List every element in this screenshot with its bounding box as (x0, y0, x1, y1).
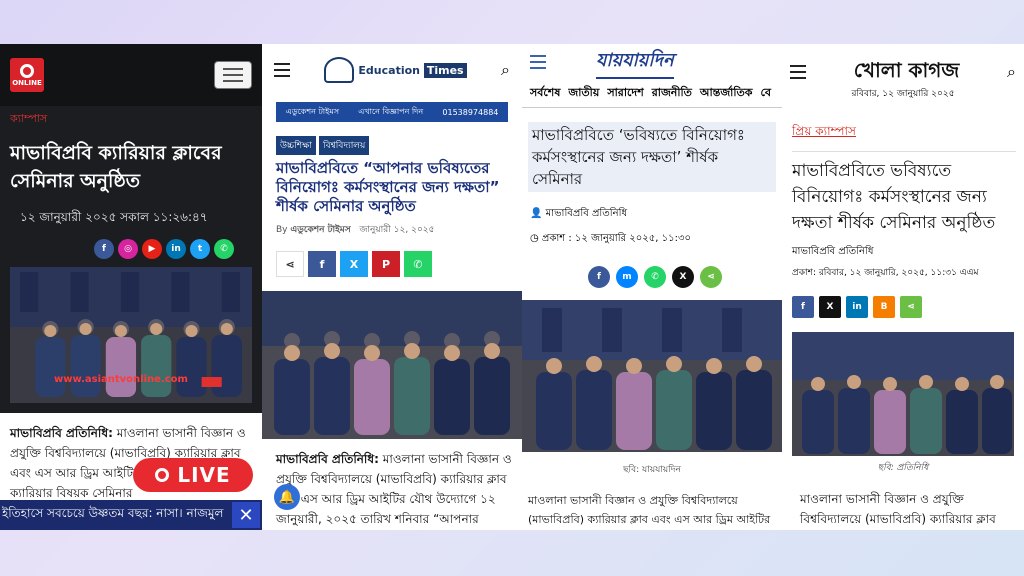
article-title: মাভাবিপ্রবিতে “আপনার ভবিষ্যতের বিনিয়োগঃ… (276, 159, 500, 215)
byline: By এডুকেশন টাইমস জানুয়ারী ১২, ২০২৫ (276, 225, 435, 235)
site-header: খোলা কাগজ ⌕ (782, 54, 1024, 90)
khola-kagoj-logo[interactable]: খোলা কাগজ (854, 56, 960, 89)
twitter-icon[interactable]: X (340, 251, 368, 277)
category-link[interactable]: প্রিয় ক্যাম্পাস (792, 123, 1024, 143)
site-header: ONLINE (0, 44, 262, 106)
nav-item-politics[interactable]: রাজনীতি (652, 84, 692, 103)
messenger-icon[interactable]: m (616, 266, 638, 288)
hamburger-menu-icon[interactable] (530, 55, 546, 69)
whatsapp-icon[interactable]: ✆ (644, 266, 666, 288)
linkedin-icon[interactable]: in (846, 296, 868, 318)
nav-item-international[interactable]: আন্তর্জাতিক (700, 84, 753, 103)
publish-time: প্রকাশ: রবিবার, ১২ জানুয়ারি, ২০২৫, ১১:৩… (792, 268, 979, 278)
share-bar: f X in B ⋖ (792, 296, 1024, 318)
tag-list: উচ্চশিক্ষা বিশ্ববিদ্যালয় (276, 136, 522, 155)
notification-bell-icon[interactable]: 🔔 (274, 484, 300, 510)
facebook-icon[interactable]: f (308, 251, 336, 277)
article-body: মাভাবিপ্রবি প্রতিনিধি: মাওলানা ভাসানী বি… (276, 452, 512, 526)
khola-kagoj-article-panel: খোলা কাগজ ⌕ রবিবার, ১২ জানুয়ারি ২০২৫ প্… (782, 44, 1024, 530)
nav-item-national[interactable]: জাতীয় (568, 84, 599, 103)
share-icon[interactable]: ⋖ (276, 251, 304, 277)
category-nav: সর্বশেষ জাতীয় সারাদেশ রাজনীতি আন্তর্জাত… (522, 80, 782, 108)
nav-item-latest[interactable]: সর্বশেষ (530, 84, 560, 103)
asiantv-article-panel: ONLINE ক্যাম্পাস মাভাবিপ্রবি ক্যারিয়ার … (0, 44, 262, 530)
share-bar: ⋖ f X P ✆ (276, 251, 522, 277)
facebook-icon[interactable]: f (588, 266, 610, 288)
twitter-icon[interactable]: t (190, 239, 210, 259)
article-title: মাভাবিপ্রবিতে ‘ভবিষ্যতে বিনিয়োগঃ কর্মসং… (528, 122, 776, 192)
facebook-icon[interactable]: f (94, 239, 114, 259)
search-icon[interactable]: ⌕ (1007, 62, 1016, 82)
news-ticker[interactable]: ইতিহাসে সবচেয়ে উষ্ণতম বছর: নাসা। নাজমুল… (0, 500, 262, 530)
seminar-photo (262, 291, 522, 439)
menu-button[interactable] (214, 61, 252, 89)
tag-university[interactable]: বিশ্ববিদ্যালয় (319, 136, 370, 155)
nav-item-more[interactable]: বে (760, 84, 771, 103)
x-twitter-icon[interactable]: X (819, 296, 841, 318)
user-icon: 👤 (530, 208, 543, 219)
photo-caption: ছবি: যায়যায়দিন (623, 465, 681, 475)
author-line: 👤 মাভাবিপ্রবি প্রতিনিধি (530, 208, 628, 219)
close-icon[interactable]: ✕ (232, 502, 260, 528)
pinterest-icon[interactable]: P (372, 251, 400, 277)
article-body: মাওলানা ভাসানী বিজ্ঞান ও প্রযুক্তি বিশ্ব… (528, 494, 771, 526)
seminar-photo (522, 300, 782, 452)
whatsapp-icon[interactable]: ✆ (404, 251, 432, 277)
watermark-text: www.asiantvonline.com (54, 374, 188, 385)
hamburger-menu-icon[interactable] (274, 63, 290, 77)
header-date: রবিবার, ১২ জানুয়ারি ২০২৫ (851, 89, 955, 99)
article-title: মাভাবিপ্রবি ক্যারিয়ার ক্লাবের সেমিনার অ… (10, 142, 222, 192)
site-header: Education Times ⌕ (262, 44, 522, 96)
live-dot-icon (155, 468, 170, 482)
asiantv-logo[interactable]: ONLINE (10, 58, 44, 92)
education-times-logo[interactable]: Education Times (324, 57, 467, 83)
youtube-icon[interactable]: ▶ (142, 239, 162, 259)
photo-caption: ছবি: প্রতিনিধি (877, 463, 929, 473)
article-datetime: ১২ জানুয়ারী ২০২৫ সকাল ১১:২৬:৪৭ (20, 210, 208, 224)
category-link[interactable]: ক্যাম্পাস (10, 110, 262, 129)
share-icon[interactable]: ⋖ (900, 296, 922, 318)
publish-time: ◷ প্রকাশ : ১২ জানুয়ারি ২০২৫, ১১:৩০ (530, 233, 691, 244)
whatsapp-icon[interactable]: ✆ (214, 239, 234, 259)
share-bar: f m ✆ X ⋖ (588, 266, 782, 288)
education-times-article-panel: Education Times ⌕ এডুকেশন টাইমস এখানে বিজ… (262, 44, 522, 530)
nav-item-countrywide[interactable]: সারাদেশ (607, 84, 643, 103)
article-body: মাওলানা ভাসানী বিজ্ঞান ও প্রযুক্তি বিশ্ব… (800, 492, 996, 526)
seminar-photo (792, 332, 1014, 456)
ad-banner[interactable]: এডুকেশন টাইমস এখানে বিজ্ঞাপন দিন 015389748… (276, 102, 508, 122)
live-button[interactable]: LIVE (133, 458, 253, 492)
jaijaidin-article-panel: যায়যায়দিন সর্বশেষ জাতীয় সারাদেশ রাজনী… (522, 44, 782, 530)
author-line: মাভাবিপ্রবি প্রতিনিধি (792, 246, 874, 257)
facebook-icon[interactable]: f (792, 296, 814, 318)
x-twitter-icon[interactable]: X (672, 266, 694, 288)
seminar-photo: www.asiantvonline.com (10, 267, 252, 403)
blogger-icon[interactable]: B (873, 296, 895, 318)
article-title: মাভাবিপ্রবিতে ভবিষ্যতে বিনিয়োগঃ কর্মসংস… (792, 151, 1016, 236)
clock-icon: ◷ (530, 233, 539, 244)
tag-higher-education[interactable]: উচ্চশিক্ষা (276, 136, 317, 155)
share-bar: f ◎ ▶ in t ✆ (94, 239, 262, 259)
site-header: যায়যায়দিন (522, 44, 782, 80)
graduation-cap-icon (324, 57, 355, 83)
share-icon[interactable]: ⋖ (700, 266, 722, 288)
instagram-icon[interactable]: ◎ (118, 239, 138, 259)
linkedin-icon[interactable]: in (166, 239, 186, 259)
search-icon[interactable]: ⌕ (501, 60, 510, 80)
hamburger-menu-icon[interactable] (790, 65, 806, 79)
jaijaidin-logo[interactable]: যায়যায়দিন (596, 46, 674, 79)
